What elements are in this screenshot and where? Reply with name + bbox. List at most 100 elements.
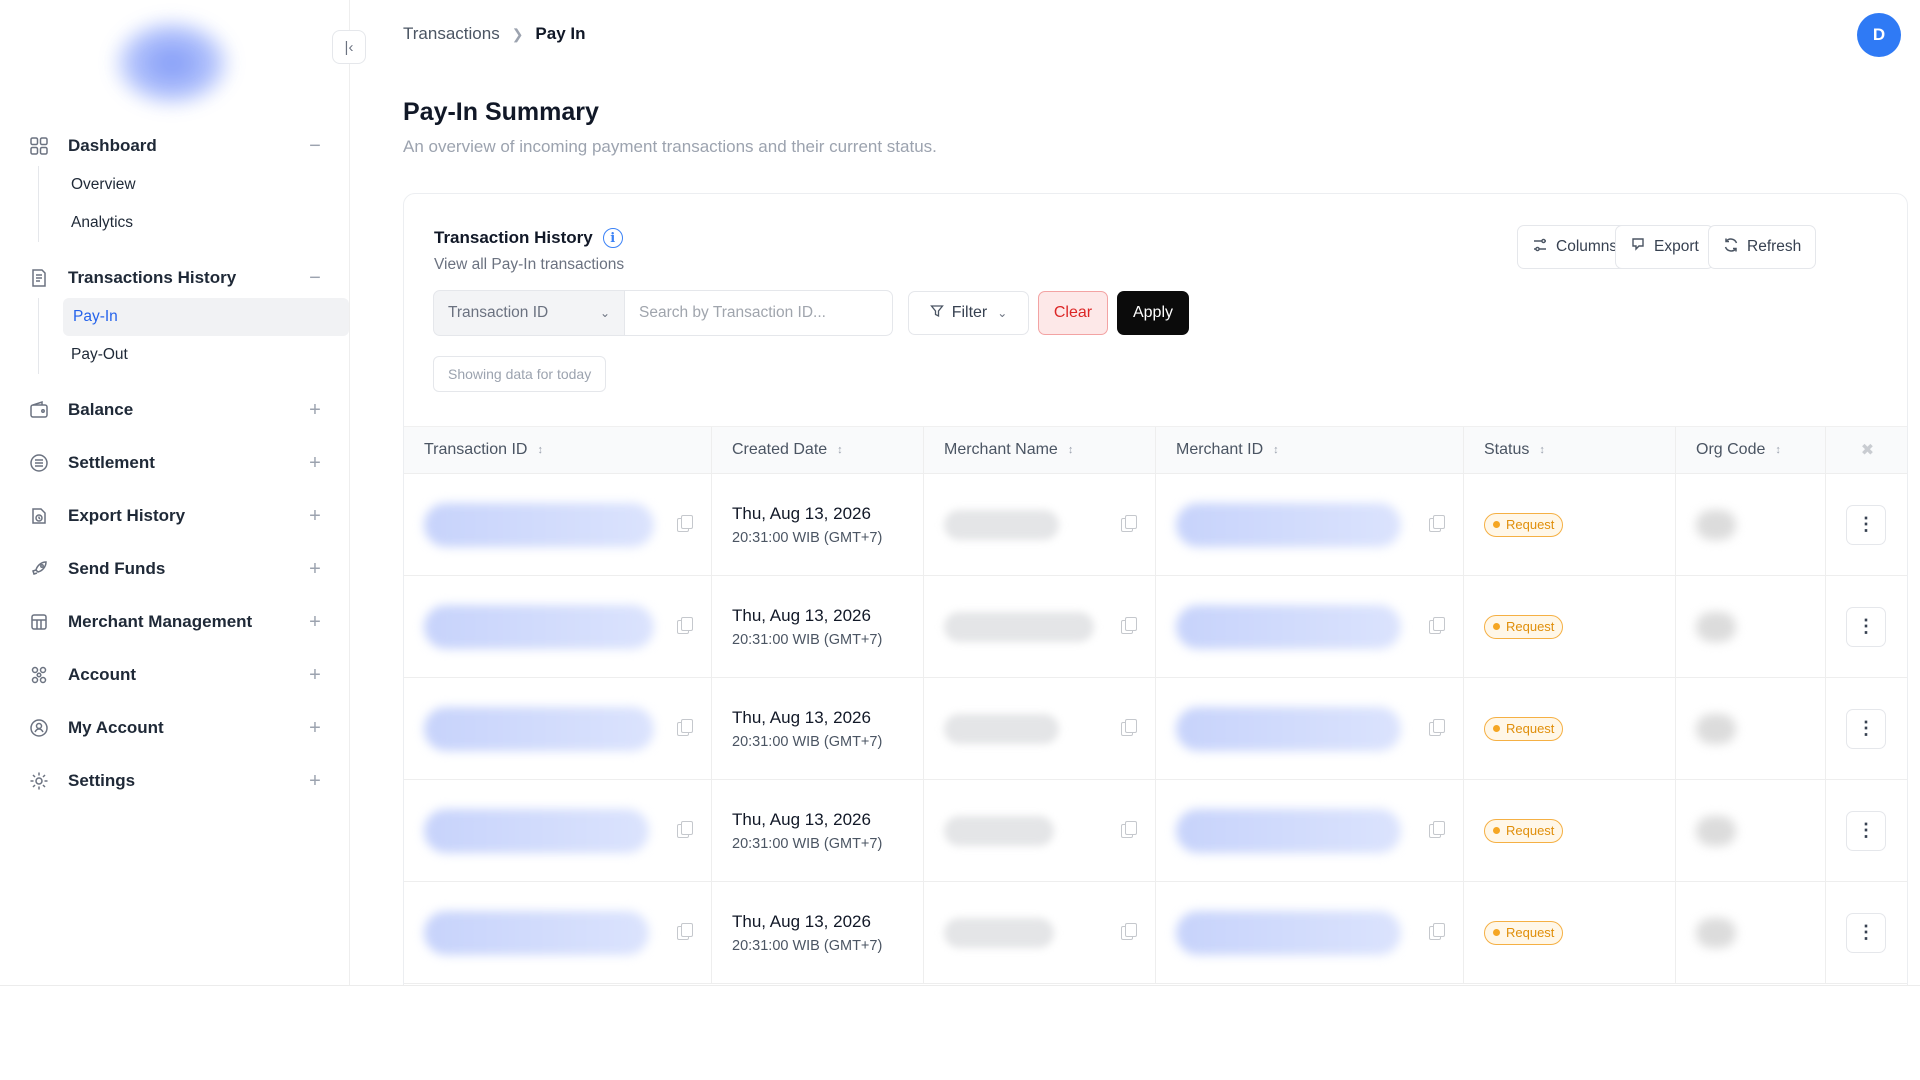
column-header-transaction-id[interactable]: Transaction ID ↕: [404, 427, 712, 473]
collapse-toggle-icon[interactable]: −: [306, 136, 324, 156]
sidebar-item-settings[interactable]: Settings +: [0, 761, 350, 801]
sidebar-item-label: My Account: [68, 718, 164, 737]
filter-button[interactable]: Filter ⌄: [908, 291, 1029, 335]
column-header-org-code[interactable]: Org Code ↕: [1676, 427, 1826, 473]
copy-icon[interactable]: [677, 719, 693, 736]
merchant-name-cell: [924, 474, 1156, 575]
copy-icon[interactable]: [1121, 719, 1137, 736]
redacted-merchant-name: [944, 917, 1054, 948]
column-header-label: Transaction ID: [424, 441, 528, 458]
sidebar-subitem-pay-out[interactable]: Pay-Out: [39, 336, 350, 374]
expand-toggle-icon[interactable]: +: [306, 453, 324, 473]
transaction-history-card: Transaction History i View all Pay-In tr…: [403, 193, 1908, 985]
sidebar-item-my-account[interactable]: My Account +: [0, 708, 350, 748]
sidebar-item-label: Transactions History: [68, 268, 237, 287]
more-vertical-icon: ⋮: [1857, 718, 1875, 738]
table-row: Thu, Aug 13, 2026 20:31:00 WIB (GMT+7) Re…: [404, 780, 1907, 882]
status-badge: Request: [1484, 614, 1564, 639]
copy-icon[interactable]: [1429, 821, 1445, 838]
expand-toggle-icon[interactable]: +: [306, 612, 324, 632]
column-header-merchant-id[interactable]: Merchant ID ↕: [1156, 427, 1464, 473]
org-code-cell: [1676, 780, 1826, 881]
sidebar-item-label: Merchant Management: [68, 612, 253, 631]
expand-toggle-icon[interactable]: +: [306, 718, 324, 738]
sort-icon[interactable]: ↕: [1539, 444, 1545, 456]
more-actions-button[interactable]: ⋮: [1846, 504, 1886, 545]
sidebar-item-merchant-management[interactable]: Merchant Management +: [0, 602, 350, 642]
showing-data-note: Showing data for today: [433, 356, 607, 392]
more-actions-button[interactable]: ⋮: [1846, 912, 1886, 953]
sidebar-item-settlement[interactable]: Settlement +: [0, 443, 350, 483]
merchant-id-cell: [1156, 576, 1464, 677]
copy-icon[interactable]: [677, 923, 693, 940]
sort-icon[interactable]: ↕: [537, 444, 543, 456]
collapse-sidebar-button[interactable]: |‹: [332, 30, 366, 64]
sort-icon[interactable]: ↕: [1273, 444, 1279, 456]
sort-icon[interactable]: ↕: [1775, 444, 1781, 456]
refresh-button[interactable]: Refresh: [1708, 225, 1817, 269]
breadcrumb-transactions[interactable]: Transactions: [403, 24, 500, 44]
sort-icon[interactable]: ↕: [1068, 444, 1074, 456]
table-header: Transaction ID ↕ Created Date ↕ Merchant N…: [404, 426, 1907, 474]
copy-icon[interactable]: [1121, 515, 1137, 532]
copy-icon[interactable]: [677, 515, 693, 532]
sidebar-subitem-overview[interactable]: Overview: [39, 166, 350, 204]
copy-icon[interactable]: [1429, 719, 1445, 736]
expand-toggle-icon[interactable]: +: [306, 506, 324, 526]
column-header-status[interactable]: Status ↕: [1464, 427, 1676, 473]
sidebar-item-export-history[interactable]: Export History +: [0, 496, 350, 536]
redacted-merchant-id: [1176, 910, 1401, 955]
copy-icon[interactable]: [677, 617, 693, 634]
copy-icon[interactable]: [1429, 617, 1445, 634]
pin-off-icon[interactable]: ✖: [1861, 440, 1874, 460]
sidebar-subitem-analytics[interactable]: Analytics: [39, 204, 350, 242]
search-input-wrapper: [625, 290, 893, 336]
more-vertical-icon: ⋮: [1857, 616, 1875, 636]
copy-icon[interactable]: [1429, 515, 1445, 532]
info-icon[interactable]: i: [602, 228, 623, 248]
copy-icon[interactable]: [1121, 617, 1137, 634]
more-actions-button[interactable]: ⋮: [1846, 606, 1886, 647]
sidebar-item-balance[interactable]: Balance +: [0, 390, 350, 430]
table-row: Thu, Aug 13, 2026 20:31:00 WIB (GMT+7) Re…: [404, 474, 1907, 576]
search-input[interactable]: [639, 304, 878, 322]
column-header-merchant-name[interactable]: Merchant Name ↕: [924, 427, 1156, 473]
sidebar-item-send-funds[interactable]: Send Funds +: [0, 549, 350, 589]
sidebar-item-transactions-history[interactable]: Transactions History −: [0, 258, 350, 298]
expand-toggle-icon[interactable]: +: [306, 559, 324, 579]
copy-icon[interactable]: [1429, 923, 1445, 940]
column-header-created-date[interactable]: Created Date ↕: [712, 427, 924, 473]
sidebar-item-dashboard[interactable]: Dashboard −: [0, 126, 350, 166]
redacted-org-code: [1696, 815, 1736, 846]
card-title-text: Transaction History: [434, 228, 593, 247]
redacted-transaction-id: [424, 706, 654, 751]
more-actions-button[interactable]: ⋮: [1846, 708, 1886, 749]
expand-toggle-icon[interactable]: +: [306, 771, 324, 791]
status-label: Request: [1506, 925, 1555, 940]
actions-cell: ⋮: [1826, 576, 1907, 677]
created-date-cell: Thu, Aug 13, 2026 20:31:00 WIB (GMT+7): [712, 474, 924, 575]
org-code-cell: [1676, 576, 1826, 677]
sidebar-item-account[interactable]: Account +: [0, 655, 350, 695]
more-actions-button[interactable]: ⋮: [1846, 810, 1886, 851]
date-value: Thu, Aug 13, 2026: [732, 605, 871, 625]
expand-toggle-icon[interactable]: +: [306, 665, 324, 685]
time-value: 20:31:00 WIB (GMT+7): [732, 835, 883, 852]
wallet-icon: [26, 397, 52, 423]
redacted-org-code: [1696, 917, 1736, 948]
copy-icon[interactable]: [1121, 821, 1137, 838]
sidebar-subitem-pay-in[interactable]: Pay-In: [63, 298, 349, 336]
collapse-toggle-icon[interactable]: −: [306, 268, 324, 288]
avatar[interactable]: D: [1857, 13, 1901, 57]
export-button[interactable]: Export: [1615, 225, 1714, 269]
copy-icon[interactable]: [677, 821, 693, 838]
apply-button[interactable]: Apply: [1117, 291, 1189, 335]
sort-icon[interactable]: ↕: [837, 444, 843, 456]
merchant-id-cell: [1156, 882, 1464, 983]
export-icon: [1630, 237, 1646, 258]
created-date-cell: Thu, Aug 13, 2026 20:31:00 WIB (GMT+7): [712, 576, 924, 677]
search-field-select[interactable]: Transaction ID ⌄: [433, 290, 625, 336]
copy-icon[interactable]: [1121, 923, 1137, 940]
clear-button[interactable]: Clear: [1038, 291, 1108, 335]
expand-toggle-icon[interactable]: +: [306, 400, 324, 420]
